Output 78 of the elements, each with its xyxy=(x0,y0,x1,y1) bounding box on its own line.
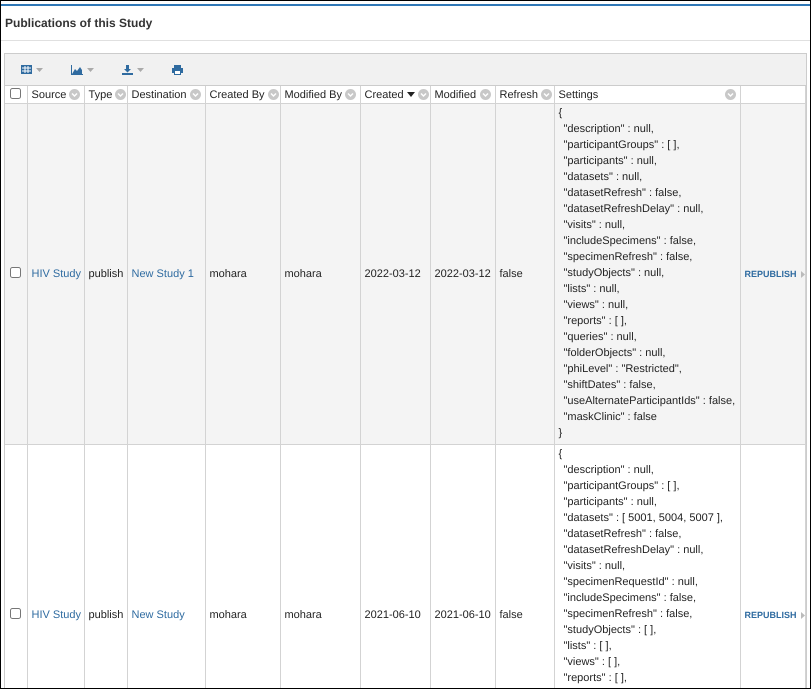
settings-line: "lists" : [ ], xyxy=(562,639,613,654)
row-checkbox[interactable] xyxy=(10,608,22,619)
settings-line: "includeSpecimens" : false, xyxy=(562,234,698,249)
table-cell: 2021-06-10 xyxy=(434,609,491,621)
republish-link[interactable]: REPUBLISH xyxy=(744,269,804,279)
settings-line: "shiftDates" : false, xyxy=(562,378,657,393)
table-cell: mohara xyxy=(284,268,322,280)
settings-line: "studyObjects" : null, xyxy=(562,266,666,281)
sort-descending-icon xyxy=(406,92,415,97)
column-menu-icon[interactable] xyxy=(268,89,279,100)
select-all-checkbox[interactable] xyxy=(10,88,22,98)
settings-line: "views" : null, xyxy=(562,298,630,313)
republish-link[interactable]: REPUBLISH xyxy=(744,610,804,620)
settings-line: { xyxy=(558,106,564,121)
settings-line: "studyObjects" : [ ], xyxy=(562,623,658,638)
settings-line: "datasetRefresh" : false, xyxy=(562,186,682,201)
settings-line: "description" : null, xyxy=(562,122,655,137)
caret-icon xyxy=(137,68,144,72)
settings-line: "specimenRefresh" : false, xyxy=(562,607,694,622)
source-link[interactable]: HIV Study xyxy=(32,268,82,280)
settings-line: "datasetRefreshDelay" : null, xyxy=(562,543,704,558)
table-cell: 2022-03-12 xyxy=(434,268,491,280)
settings-line: "specimenRefresh" : false, xyxy=(562,250,694,265)
settings-line: "description" : null, xyxy=(562,463,655,478)
column-menu-icon[interactable] xyxy=(724,89,736,100)
settings-line: "participants" : null, xyxy=(562,495,658,510)
table-cell: mohara xyxy=(284,609,322,621)
column-menu-icon[interactable] xyxy=(418,89,429,100)
settings-line: "lists" : null, xyxy=(562,282,621,297)
settings-line: "reports" : [ ], xyxy=(562,314,628,329)
settings-line: "participantGroups" : [ ], xyxy=(562,479,681,494)
settings-line: "includeSpecimens" : false, xyxy=(562,591,698,606)
table-cell: mohara xyxy=(210,268,247,280)
settings-line: "participants" : null, xyxy=(562,154,658,169)
caret-icon xyxy=(800,270,804,278)
settings-line: "views" : [ ], xyxy=(562,655,622,670)
settings-line: "datasetRefresh" : false, xyxy=(562,527,682,542)
settings-line: "queries" : null, xyxy=(562,330,638,345)
table-cell: false xyxy=(500,609,523,621)
settings-line: "specimenRequestId" : null, xyxy=(562,575,699,590)
caret-icon xyxy=(800,612,804,618)
settings-line: } xyxy=(558,426,564,441)
column-header[interactable]: Settings xyxy=(558,88,598,100)
caret-icon xyxy=(87,68,94,72)
source-link[interactable]: HIV Study xyxy=(32,609,82,621)
settings-line: "maskClinic" : false xyxy=(562,410,658,425)
table-cell: mohara xyxy=(210,609,247,621)
settings-line: "visits" : null, xyxy=(562,559,626,574)
settings-line: "datasets" : null, xyxy=(562,170,644,185)
column-menu-icon[interactable] xyxy=(480,89,490,100)
settings-line: "datasetRefreshDelay" : null, xyxy=(562,202,704,217)
settings-line: "visits" : null, xyxy=(562,218,626,233)
settings-line: "useAlternateParticipantIds" : false, xyxy=(562,394,736,409)
settings-line: { xyxy=(558,447,564,462)
column-menu-icon[interactable] xyxy=(344,89,356,100)
settings-line: "phiLevel" : "Restricted", xyxy=(562,362,683,377)
column-menu-icon[interactable] xyxy=(190,89,201,100)
column-menu-icon[interactable] xyxy=(69,89,80,100)
destination-link[interactable]: New Study 1 xyxy=(132,268,194,280)
table-cell: publish xyxy=(88,609,124,621)
table-cell: 2022-03-12 xyxy=(364,268,421,280)
table-cell: publish xyxy=(88,268,124,280)
row-checkbox[interactable] xyxy=(10,267,22,278)
settings-line: "datasets" : [ 5001, 5004, 5007 ], xyxy=(562,511,724,526)
column-menu-icon[interactable] xyxy=(115,89,126,100)
settings-line: "participantGroups" : [ ], xyxy=(562,138,681,153)
download-icon xyxy=(122,64,133,74)
panel-title: Publications of this Study xyxy=(1,6,810,41)
settings-line: "folderObjects" : null, xyxy=(562,346,666,361)
table-cell: false xyxy=(500,268,523,280)
chart-icon xyxy=(71,64,83,74)
destination-link[interactable]: New Study xyxy=(132,609,185,621)
settings-line: "reports" : [ ], xyxy=(562,671,628,686)
column-menu-icon[interactable] xyxy=(541,89,552,100)
grid-icon xyxy=(21,65,32,74)
print-icon xyxy=(172,64,183,74)
table-cell: 2021-06-10 xyxy=(364,609,421,621)
caret-icon xyxy=(36,68,43,72)
